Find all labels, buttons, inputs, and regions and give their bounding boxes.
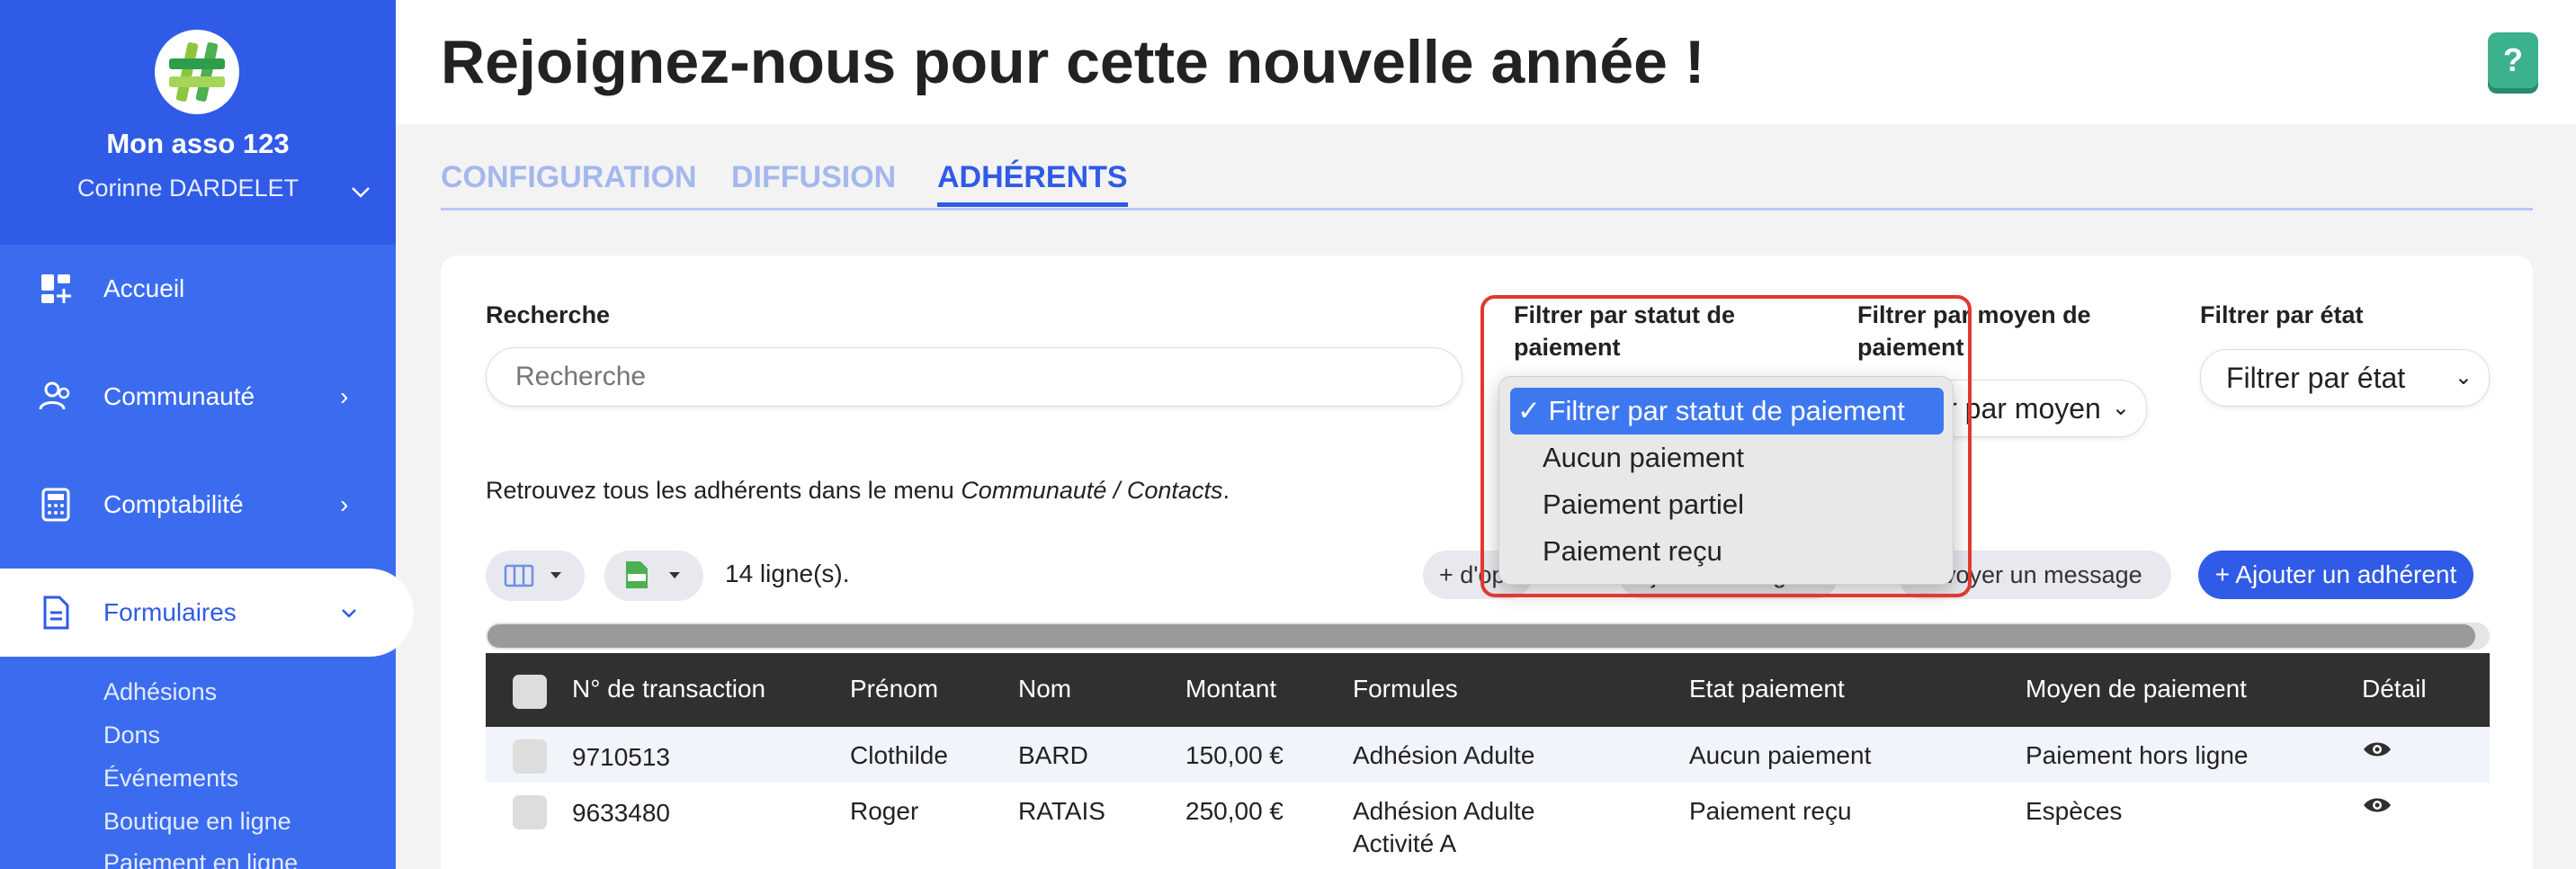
page-header: Rejoignez-nous pour cette nouvelle année… — [396, 0, 2576, 124]
cell-formules: Adhésion Adulte — [1353, 739, 1534, 772]
col-prenom[interactable]: Prénom — [850, 675, 938, 703]
scrollbar-thumb[interactable] — [487, 624, 2475, 648]
chevron-right-icon: › — [340, 490, 349, 518]
cell-montant: 150,00 € — [1185, 741, 1284, 769]
col-formules[interactable]: Formules — [1353, 675, 1458, 703]
cell-formule-1: Adhésion Adulte — [1353, 741, 1535, 769]
chevron-down-icon[interactable] — [349, 180, 372, 203]
cell-transaction: 9633480 — [572, 799, 671, 827]
tab-diffusion[interactable]: DIFFUSION — [731, 160, 896, 195]
col-moyen-paiement[interactable]: Moyen de paiement — [2026, 675, 2247, 703]
chevron-down-icon: ⌄ — [2454, 365, 2473, 390]
filter-etat-select[interactable]: Filtrer par état ⌄ — [2200, 349, 2490, 407]
row-count: 14 ligne(s). — [725, 560, 850, 587]
col-etat-paiement[interactable]: Etat paiement — [1689, 675, 1845, 703]
cell-etat-paiement: Paiement reçu — [1689, 797, 1852, 825]
cell-montant: 250,00 € — [1185, 797, 1284, 825]
cell-prenom: Clothilde — [850, 741, 948, 769]
sidebar-subitem-evenements[interactable]: Événements — [103, 765, 238, 793]
table-row[interactable]: 9633480 Roger RATAIS 250,00 € Adhésion A… — [486, 783, 2490, 857]
info-prefix: Retrouvez tous les adhérents dans le men… — [486, 477, 962, 504]
info-suffix: . — [1222, 477, 1230, 504]
tab-bar: CONFIGURATION DIFFUSION ADHÉRENTS — [441, 160, 2533, 211]
org-name: Mon asso 123 — [106, 128, 290, 159]
table-row[interactable]: 9710513 Clothilde BARD 150,00 € Adhésion… — [486, 727, 2490, 783]
tab-adherents[interactable]: ADHÉRENTS — [937, 160, 1128, 207]
chevron-right-icon: › — [340, 382, 349, 410]
sidebar-item-comptabilite[interactable]: Comptabilité › — [0, 461, 396, 549]
calculator-icon — [41, 488, 70, 522]
cell-etat-paiement: Aucun paiement — [1689, 741, 1872, 769]
sidebar-item-label: Formulaires — [103, 598, 237, 626]
row-checkbox[interactable] — [513, 795, 547, 829]
dashboard-icon — [41, 274, 71, 303]
col-transaction[interactable]: N° de transaction — [572, 675, 765, 703]
col-montant[interactable]: Montant — [1185, 675, 1276, 703]
contacts-menu-path: Communauté / Contacts — [961, 477, 1223, 504]
cell-formule-2: Activité A — [1353, 829, 1457, 857]
table-header: N° de transaction Prénom Nom Montant For… — [486, 653, 2490, 727]
user-name[interactable]: Corinne DARDELET — [77, 175, 299, 202]
export-csv-icon — [626, 561, 648, 588]
cell-nom: RATAIS — [1018, 797, 1105, 825]
eye-icon[interactable] — [2362, 739, 2393, 759]
col-detail: Détail — [2362, 675, 2427, 703]
columns-icon — [504, 564, 534, 587]
tab-configuration[interactable]: CONFIGURATION — [441, 160, 697, 195]
chevron-down-icon — [342, 609, 356, 618]
sidebar-item-communaute[interactable]: Communauté › — [0, 353, 396, 441]
row-checkbox[interactable] — [513, 739, 547, 774]
cell-moyen-paiement: Espèces — [2026, 797, 2123, 825]
horizontal-scrollbar[interactable] — [486, 623, 2490, 650]
cell-formules: Adhésion Adulte Activité A — [1353, 795, 1534, 860]
page-title: Rejoignez-nous pour cette nouvelle année… — [441, 28, 1705, 96]
columns-toggle-button[interactable] — [486, 551, 585, 601]
cell-prenom: Roger — [850, 797, 919, 825]
cell-transaction: 9710513 — [572, 743, 671, 771]
users-icon — [39, 381, 70, 410]
export-button[interactable] — [604, 551, 703, 601]
cell-nom: BARD — [1018, 741, 1088, 769]
chevron-down-icon: ⌄ — [2111, 396, 2130, 420]
eye-icon[interactable] — [2362, 795, 2393, 815]
search-label: Recherche — [486, 301, 611, 328]
select-all-checkbox[interactable] — [513, 675, 547, 709]
cell-formule-1: Adhésion Adulte — [1353, 797, 1535, 825]
sidebar: Mon asso 123 Corinne DARDELET Accueil Co… — [0, 0, 414, 869]
sidebar-item-label: Comptabilité — [103, 490, 244, 518]
caret-down-icon — [669, 572, 680, 578]
col-nom[interactable]: Nom — [1018, 675, 1071, 703]
sidebar-item-formulaires[interactable]: Formulaires — [0, 569, 414, 657]
org-logo[interactable] — [155, 30, 239, 114]
sidebar-subitem-adhesions[interactable]: Adhésions — [103, 678, 217, 706]
help-button[interactable]: ? — [2488, 32, 2538, 88]
info-text: Retrouvez tous les adhérents dans le men… — [486, 477, 1230, 505]
sidebar-subitem-dons[interactable]: Dons — [103, 721, 160, 749]
sidebar-item-accueil[interactable]: Accueil — [0, 245, 396, 333]
sidebar-subitem-boutique[interactable]: Boutique en ligne — [103, 808, 291, 836]
search-input[interactable] — [486, 347, 1462, 407]
add-adherent-button[interactable]: + Ajouter un adhérent — [2198, 551, 2473, 599]
filter-etat-value: Filtrer par état — [2226, 362, 2406, 394]
document-icon — [43, 596, 69, 630]
filter-etat-label: Filtrer par état — [2200, 301, 2364, 328]
sidebar-subitem-paiement[interactable]: Paiement en ligne — [103, 849, 298, 869]
highlight-annotation — [1480, 295, 1972, 597]
org-header: Mon asso 123 Corinne DARDELET — [0, 0, 396, 245]
cell-moyen-paiement: Paiement hors ligne — [2026, 741, 2249, 769]
caret-down-icon — [550, 572, 561, 578]
sidebar-item-label: Accueil — [103, 274, 185, 302]
sidebar-item-label: Communauté — [103, 382, 255, 410]
